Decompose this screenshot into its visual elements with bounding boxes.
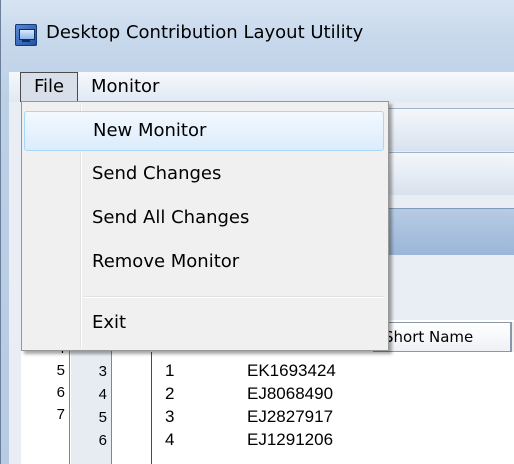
grid-cell: 7 bbox=[56, 406, 65, 423]
menu-item-remove-monitor[interactable]: Remove Monitor bbox=[24, 243, 384, 283]
header-band bbox=[381, 208, 514, 255]
grid-cell: 5 bbox=[56, 362, 65, 379]
menu-monitor[interactable]: Monitor bbox=[91, 72, 159, 102]
menu-file[interactable]: File bbox=[20, 72, 78, 102]
table-row-number: 2 bbox=[165, 384, 175, 403]
grid-cell: 3 bbox=[98, 363, 107, 380]
menu-separator bbox=[84, 296, 384, 298]
table-row-number: 3 bbox=[165, 407, 175, 426]
app-monitor-icon bbox=[15, 24, 37, 46]
menu-bar bbox=[9, 72, 514, 103]
grid-cell: 6 bbox=[56, 384, 65, 401]
table-row-id[interactable]: EJ2827917 bbox=[247, 407, 333, 427]
grid-cell: 5 bbox=[98, 409, 107, 426]
table-row-number: 1 bbox=[165, 361, 175, 380]
app-window: Desktop Contribution Layout Utility File… bbox=[0, 0, 514, 464]
table-row-id[interactable]: EJ8068490 bbox=[247, 384, 333, 404]
file-menu-dropdown: New Monitor Send Changes Send All Change… bbox=[21, 101, 389, 351]
menu-item-exit[interactable]: Exit bbox=[24, 304, 384, 344]
grid-cell: 4 bbox=[98, 386, 107, 403]
menu-item-new-monitor[interactable]: New Monitor bbox=[24, 111, 384, 151]
table-row-number: 4 bbox=[165, 430, 175, 449]
menu-item-send-all-changes[interactable]: Send All Changes bbox=[24, 199, 384, 239]
toolbar-strip bbox=[381, 108, 514, 151]
window-title: Desktop Contribution Layout Utility bbox=[46, 22, 364, 43]
grid-cell: 6 bbox=[98, 432, 107, 449]
table-row-id[interactable]: EJ1291206 bbox=[247, 430, 333, 450]
column-header-short-name[interactable]: Short Name bbox=[373, 322, 511, 352]
table-row-id[interactable]: EK1693424 bbox=[247, 361, 336, 381]
toolbar-strip bbox=[381, 152, 514, 195]
column-divider bbox=[151, 352, 152, 464]
title-bar: Desktop Contribution Layout Utility bbox=[1, 0, 514, 68]
menu-item-send-changes[interactable]: Send Changes bbox=[24, 155, 384, 195]
